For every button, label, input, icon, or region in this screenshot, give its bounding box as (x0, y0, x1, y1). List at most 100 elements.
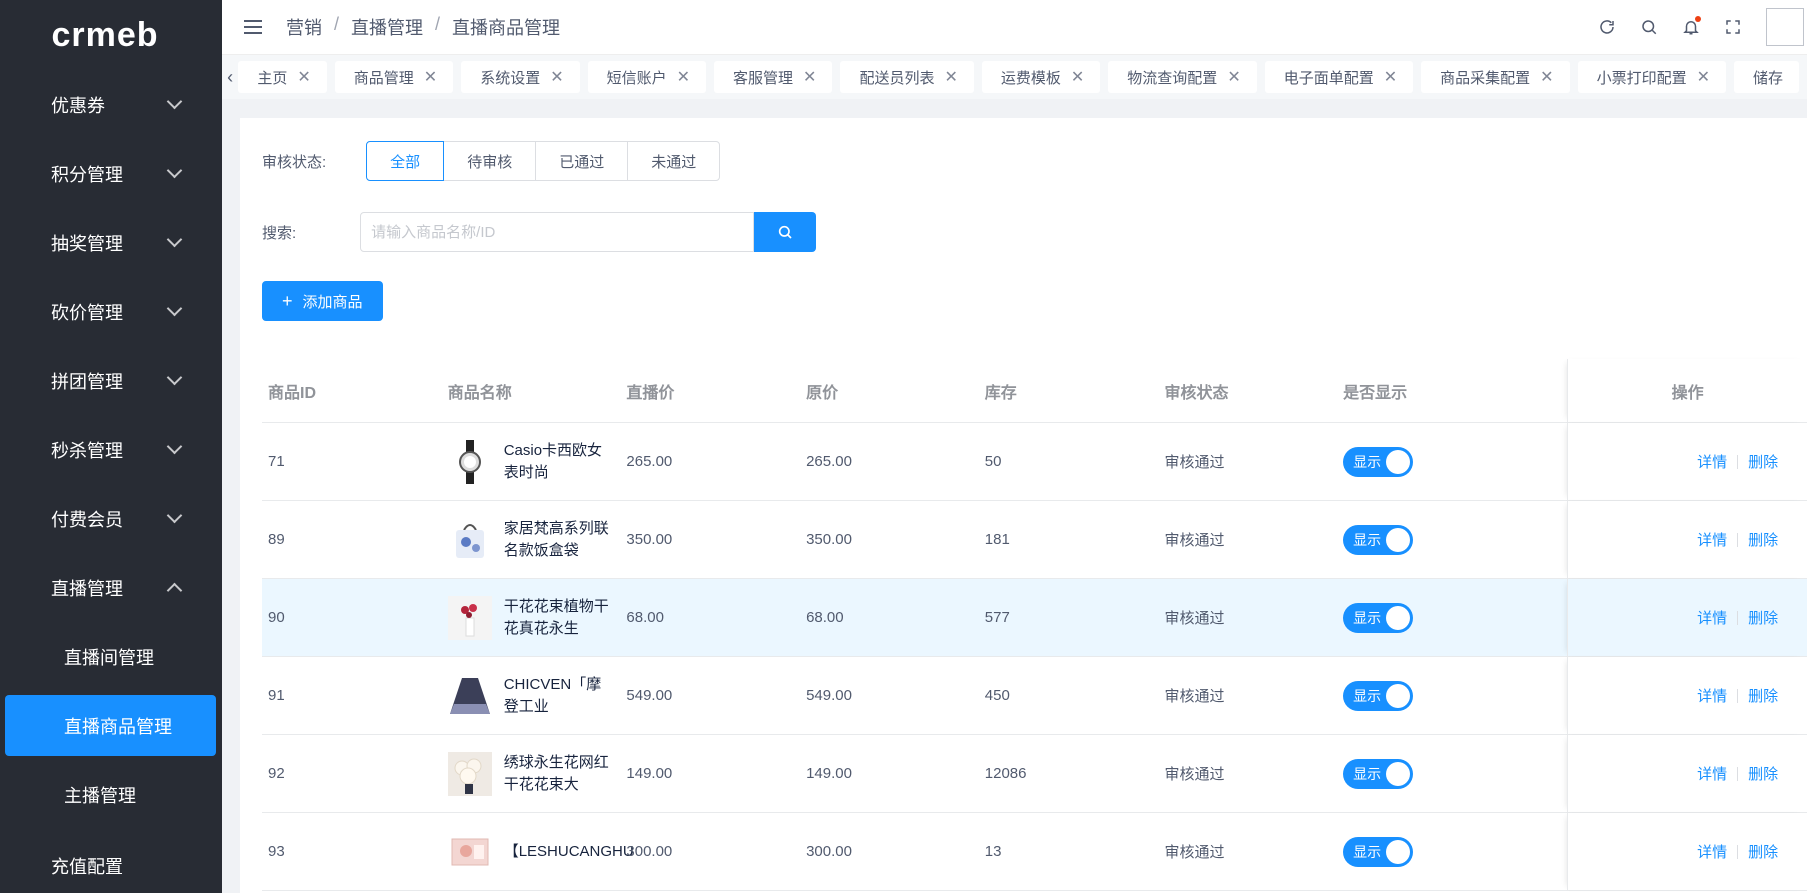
delete-link[interactable]: 删除 (1748, 763, 1778, 784)
cell-audit: 审核通过 (1164, 688, 1225, 705)
tab-sms[interactable]: 短信账户 ✕ (587, 61, 707, 93)
tab-e-waybill[interactable]: 电子面单配置 ✕ (1264, 61, 1414, 93)
chevron-left-icon[interactable]: ‹ (222, 67, 238, 88)
refresh-icon[interactable] (1586, 18, 1628, 36)
show-toggle[interactable]: 显示 (1343, 446, 1414, 477)
search-icon (779, 225, 792, 239)
divider (1737, 766, 1739, 781)
header-tools (1586, 0, 1807, 54)
sidebar-subitem-label: 直播间管理 (64, 647, 154, 668)
close-icon[interactable]: ✕ (1071, 67, 1084, 87)
sidebar-item-points[interactable]: 积分管理 (0, 139, 222, 208)
sidebar-item-group-buy[interactable]: 拼团管理 (0, 346, 222, 415)
delete-link[interactable]: 删除 (1748, 451, 1778, 472)
close-icon[interactable]: ✕ (803, 67, 816, 87)
delete-link[interactable]: 删除 (1748, 607, 1778, 628)
search-button[interactable] (754, 212, 817, 252)
close-icon[interactable]: ✕ (677, 67, 690, 87)
sidebar-item-bargain[interactable]: 砍价管理 (0, 277, 222, 346)
sidebar-subitem-live-goods[interactable]: 直播商品管理 (5, 695, 216, 756)
delete-link[interactable]: 删除 (1748, 529, 1778, 550)
header-name: 商品名称 (447, 384, 512, 402)
tab-storage[interactable]: 储存 (1733, 61, 1799, 93)
show-toggle[interactable]: 显示 (1343, 758, 1414, 789)
cell-name: CHICVEN「摩登工业 (442, 674, 621, 718)
plus-icon: + (282, 290, 293, 311)
cell-stock: 577 (984, 609, 1010, 626)
status-option-rejected[interactable]: 未通过 (627, 141, 721, 181)
bell-icon[interactable] (1670, 16, 1712, 36)
tab-home[interactable]: 主页 ✕ (238, 61, 327, 93)
tab-service[interactable]: 客服管理 ✕ (714, 61, 833, 93)
delete-link[interactable]: 删除 (1748, 841, 1778, 862)
cell-ops: 详情 删除 (1567, 813, 1807, 890)
close-icon[interactable]: ✕ (1384, 67, 1397, 87)
search-icon[interactable] (1628, 18, 1670, 36)
sidebar-subitem-live-rooms[interactable]: 直播间管理 (0, 622, 222, 691)
cell-id: 89 (268, 531, 285, 548)
tab-label: 商品采集配置 (1440, 69, 1531, 87)
tab-print[interactable]: 小票打印配置 ✕ (1577, 61, 1726, 93)
close-icon[interactable]: ✕ (1697, 67, 1710, 87)
cell-show: 显示 (1337, 680, 1567, 711)
chevron-down-icon (166, 507, 183, 524)
tab-settings[interactable]: 系统设置 ✕ (461, 61, 580, 93)
sidebar-item-label: 积分管理 (51, 164, 123, 185)
sidebar-item-coupon[interactable]: 优惠券 (0, 70, 222, 139)
detail-link[interactable]: 详情 (1697, 607, 1727, 628)
breadcrumb-item[interactable]: 直播管理 (351, 14, 423, 40)
cell-stock: 12086 (984, 765, 1027, 782)
cell-show: 显示 (1337, 758, 1567, 789)
tab-goods[interactable]: 商品管理 ✕ (334, 61, 454, 93)
cell-ops: 详情 删除 (1567, 579, 1807, 656)
detail-link[interactable]: 详情 (1697, 685, 1727, 706)
table-row: 89 家居梵高系列联名款饭盒袋 350.00 350.00 181 审核通过 显… (262, 501, 1807, 579)
tab-logistics[interactable]: 物流查询配置 ✕ (1108, 61, 1257, 93)
header-id: 商品ID (268, 384, 317, 402)
close-icon[interactable]: ✕ (944, 67, 957, 87)
delete-link[interactable]: 删除 (1748, 685, 1778, 706)
logo[interactable]: crmeb (0, 0, 222, 70)
menu-toggle-icon[interactable] (244, 20, 262, 34)
search-input[interactable] (360, 212, 755, 252)
detail-link[interactable]: 详情 (1697, 529, 1727, 550)
cell-stock: 50 (984, 453, 1002, 470)
sidebar-subitem-anchors[interactable]: 主播管理 (0, 760, 222, 829)
add-goods-button[interactable]: + 添加商品 (262, 281, 383, 321)
chevron-down-icon (166, 369, 183, 386)
cell-id: 71 (268, 453, 285, 470)
tab-delivery[interactable]: 配送员列表 ✕ (840, 61, 974, 93)
cell-audit: 审核通过 (1164, 844, 1225, 861)
close-icon[interactable]: ✕ (1227, 67, 1240, 87)
cell-ops: 详情 删除 (1567, 423, 1807, 500)
close-icon[interactable]: ✕ (1540, 67, 1553, 87)
close-icon[interactable]: ✕ (550, 67, 563, 87)
fullscreen-icon[interactable] (1712, 18, 1754, 36)
detail-link[interactable]: 详情 (1697, 451, 1727, 472)
show-toggle[interactable]: 显示 (1343, 680, 1414, 711)
status-option-all[interactable]: 全部 (366, 141, 445, 181)
show-toggle[interactable]: 显示 (1343, 602, 1414, 633)
cell-id: 92 (268, 765, 285, 782)
sidebar-item-lottery[interactable]: 抽奖管理 (0, 208, 222, 277)
show-toggle[interactable]: 显示 (1343, 524, 1414, 555)
show-toggle[interactable]: 显示 (1343, 836, 1414, 867)
table-row: 91 CHICVEN「摩登工业 549.00 549.00 450 审核通过 显… (262, 657, 1807, 735)
detail-link[interactable]: 详情 (1697, 841, 1727, 862)
avatar[interactable] (1766, 8, 1804, 46)
sidebar-item-seckill[interactable]: 秒杀管理 (0, 415, 222, 484)
tab-collect[interactable]: 商品采集配置 ✕ (1421, 61, 1570, 93)
close-icon[interactable]: ✕ (297, 67, 310, 87)
tabs-bar: ‹ 主页 ✕ 商品管理 ✕ 系统设置 ✕ 短信账户 ✕ 客服管理 ✕ 配送员列表 ✕ 运费模… (222, 54, 1807, 99)
cell-live-price: 549.00 (626, 687, 673, 704)
status-option-approved[interactable]: 已通过 (535, 141, 629, 181)
sidebar-item-live[interactable]: 直播管理 (0, 553, 222, 622)
detail-link[interactable]: 详情 (1697, 763, 1727, 784)
breadcrumb-item[interactable]: 营销 (286, 14, 322, 40)
status-option-pending[interactable]: 待审核 (443, 141, 537, 181)
sidebar-item-paid-member[interactable]: 付费会员 (0, 484, 222, 553)
sidebar: crmeb 优惠券 积分管理 抽奖管理 砍价管理 拼团管理 秒杀管理 付费会员 … (0, 0, 222, 893)
tab-shipping[interactable]: 运费模板 ✕ (981, 61, 1101, 93)
close-icon[interactable]: ✕ (424, 67, 437, 87)
sidebar-item-recharge[interactable]: 充值配置 (0, 829, 222, 879)
